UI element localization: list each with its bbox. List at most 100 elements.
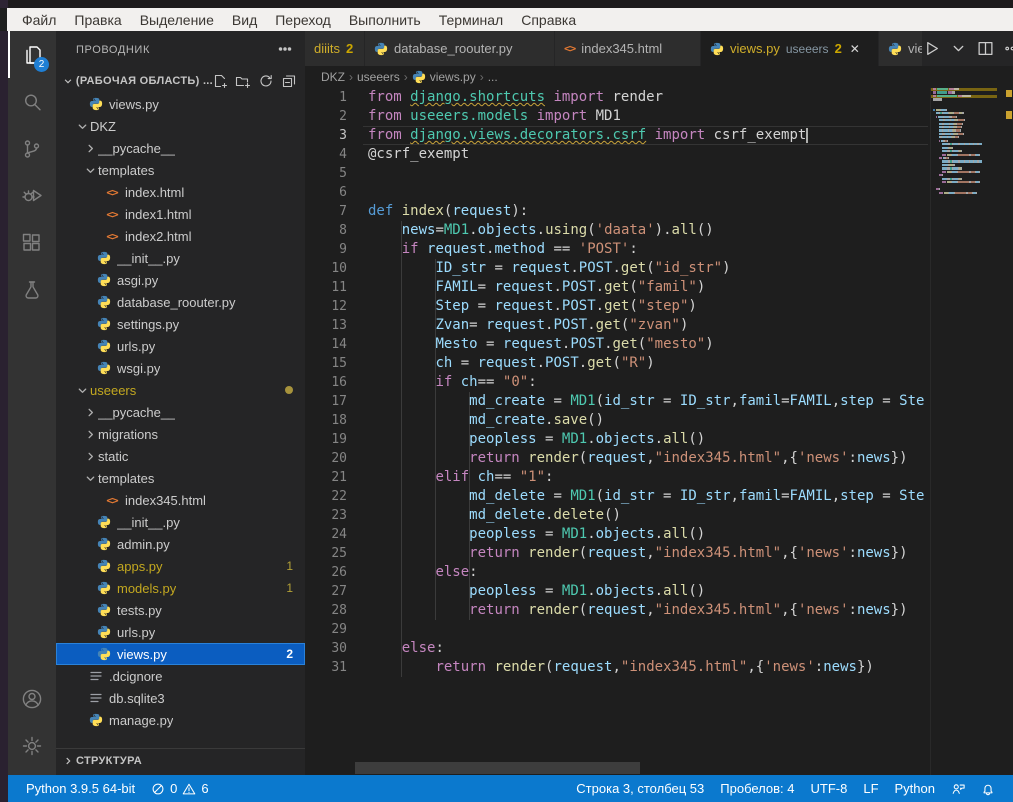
code-line-13[interactable]: Zvan= request.POST.get("zvan") xyxy=(305,316,928,335)
extensions-icon[interactable] xyxy=(8,219,56,266)
breadcrumb-item-2[interactable]: views.py xyxy=(430,70,476,84)
tree-item-__pycache__[interactable]: __pycache__ xyxy=(56,401,305,423)
menu-item-5[interactable]: Выполнить xyxy=(340,10,430,30)
source-control-icon[interactable] xyxy=(8,125,56,172)
code-line-26[interactable]: else: xyxy=(305,563,928,582)
code-line-30[interactable]: else: xyxy=(305,639,928,658)
line-number-6[interactable]: 6 xyxy=(305,183,347,202)
status-right-4[interactable]: Python xyxy=(887,775,943,802)
tree-item-templates[interactable]: templates xyxy=(56,467,305,489)
line-number-29[interactable]: 29 xyxy=(305,620,347,639)
line-number-28[interactable]: 28 xyxy=(305,601,347,620)
line-number-8[interactable]: 8 xyxy=(305,221,347,240)
tab-vie[interactable]: vie xyxy=(879,31,923,66)
code-line-9[interactable]: if request.method == 'POST': xyxy=(305,240,928,259)
status-right-2[interactable]: UTF-8 xyxy=(803,775,856,802)
breadcrumb-item-3[interactable]: ... xyxy=(488,70,498,84)
breadcrumb-item-0[interactable]: DKZ xyxy=(321,70,345,84)
code-line-4[interactable]: @csrf_exempt xyxy=(305,145,928,164)
line-number-19[interactable]: 19 xyxy=(305,430,347,449)
menu-item-6[interactable]: Терминал xyxy=(430,10,512,30)
line-number-22[interactable]: 22 xyxy=(305,487,347,506)
tree-item-__init__.py[interactable]: __init__.py xyxy=(56,247,305,269)
tab-diiits[interactable]: diiits2 xyxy=(305,31,365,66)
minimap[interactable] xyxy=(930,88,1000,775)
line-number-25[interactable]: 25 xyxy=(305,544,347,563)
new-folder-icon[interactable] xyxy=(235,73,251,89)
line-number-18[interactable]: 18 xyxy=(305,411,347,430)
tree-item-manage.py[interactable]: manage.py xyxy=(56,709,305,731)
testing-icon[interactable] xyxy=(8,266,56,313)
line-number-5[interactable]: 5 xyxy=(305,164,347,183)
collapse-all-icon[interactable] xyxy=(281,73,297,89)
chevron-down-icon[interactable] xyxy=(950,40,967,57)
line-number-2[interactable]: 2 xyxy=(305,107,347,126)
menu-item-0[interactable]: Файл xyxy=(13,10,65,30)
code-line-24[interactable]: peopless = MD1.objects.all() xyxy=(305,525,928,544)
breadcrumb-item-1[interactable]: useeers xyxy=(357,70,400,84)
menu-item-4[interactable]: Переход xyxy=(266,10,340,30)
line-number-14[interactable]: 14 xyxy=(305,335,347,354)
tree-item-apps.py[interactable]: apps.py1 xyxy=(56,555,305,577)
tree-item-DKZ[interactable]: DKZ xyxy=(56,115,305,137)
more-actions-icon[interactable] xyxy=(277,41,293,60)
run-debug-icon[interactable] xyxy=(8,172,56,219)
line-number-11[interactable]: 11 xyxy=(305,278,347,297)
tab-views.py[interactable]: views.pyuseeers2✕ xyxy=(701,31,879,66)
code-line-8[interactable]: news=MD1.objects.using('daata').all() xyxy=(305,221,928,240)
menu-item-2[interactable]: Выделение xyxy=(131,10,223,30)
tree-item-settings.py[interactable]: settings.py xyxy=(56,313,305,335)
tree-item-useeers[interactable]: useeers xyxy=(56,379,305,401)
code-line-12[interactable]: Step = request.POST.get("step") xyxy=(305,297,928,316)
more-actions-icon[interactable] xyxy=(1004,40,1013,57)
tree-item-static[interactable]: static xyxy=(56,445,305,467)
tree-item-tests.py[interactable]: tests.py xyxy=(56,599,305,621)
line-number-31[interactable]: 31 xyxy=(305,658,347,677)
line-number-24[interactable]: 24 xyxy=(305,525,347,544)
tree-item-__init__.py[interactable]: __init__.py xyxy=(56,511,305,533)
outline-section-header[interactable]: СТРУКТУРА xyxy=(56,748,305,772)
line-number-12[interactable]: 12 xyxy=(305,297,347,316)
status-right-3[interactable]: LF xyxy=(855,775,886,802)
menu-item-7[interactable]: Справка xyxy=(512,10,585,30)
line-number-30[interactable]: 30 xyxy=(305,639,347,658)
tree-item-.dcignore[interactable]: .dcignore xyxy=(56,665,305,687)
search-icon[interactable] xyxy=(8,78,56,125)
close-icon[interactable]: ✕ xyxy=(850,42,860,56)
code-line-19[interactable]: peopless = MD1.objects.all() xyxy=(305,430,928,449)
problems-status[interactable]: 06 xyxy=(143,775,216,802)
run-icon[interactable] xyxy=(923,40,940,57)
code-line-20[interactable]: return render(request,"index345.html",{'… xyxy=(305,449,928,468)
line-number-9[interactable]: 9 xyxy=(305,240,347,259)
tree-item-migrations[interactable]: migrations xyxy=(56,423,305,445)
code-editor[interactable]: from django.shortcuts import renderfrom … xyxy=(305,88,1013,775)
tab-database_roouter.py[interactable]: database_roouter.py xyxy=(365,31,555,66)
code-line-17[interactable]: md_create = MD1(id_str = ID_str,famil=FA… xyxy=(305,392,928,411)
menu-item-3[interactable]: Вид xyxy=(223,10,266,30)
code-line-2[interactable]: from useeers.models import MD1 xyxy=(305,107,928,126)
tree-item-urls.py[interactable]: urls.py xyxy=(56,621,305,643)
feedback-icon[interactable] xyxy=(943,775,973,802)
workspace-section-header[interactable]: (РАБОЧАЯ ОБЛАСТЬ) ... xyxy=(56,69,305,92)
code-line-10[interactable]: ID_str = request.POST.get("id_str") xyxy=(305,259,928,278)
line-number-10[interactable]: 10 xyxy=(305,259,347,278)
refresh-icon[interactable] xyxy=(258,73,274,89)
tree-item-views.py[interactable]: views.py2 xyxy=(56,643,305,665)
code-line-11[interactable]: FAMIL= request.POST.get("famil") xyxy=(305,278,928,297)
line-number-21[interactable]: 21 xyxy=(305,468,347,487)
code-line-6[interactable] xyxy=(305,183,928,202)
explorer-icon[interactable]: 2 xyxy=(8,31,56,78)
split-editor-icon[interactable] xyxy=(977,40,994,57)
code-line-22[interactable]: md_delete = MD1(id_str = ID_str,famil=FA… xyxy=(305,487,928,506)
tree-item-database_roouter.py[interactable]: database_roouter.py xyxy=(56,291,305,313)
tree-item-asgi.py[interactable]: asgi.py xyxy=(56,269,305,291)
line-number-1[interactable]: 1 xyxy=(305,88,347,107)
code-line-28[interactable]: return render(request,"index345.html",{'… xyxy=(305,601,928,620)
line-number-3[interactable]: 3 xyxy=(305,126,347,145)
tree-item-urls.py[interactable]: urls.py xyxy=(56,335,305,357)
line-number-4[interactable]: 4 xyxy=(305,145,347,164)
line-number-17[interactable]: 17 xyxy=(305,392,347,411)
tree-item-index.html[interactable]: <>index.html xyxy=(56,181,305,203)
code-line-29[interactable] xyxy=(305,620,928,639)
tree-item-wsgi.py[interactable]: wsgi.py xyxy=(56,357,305,379)
